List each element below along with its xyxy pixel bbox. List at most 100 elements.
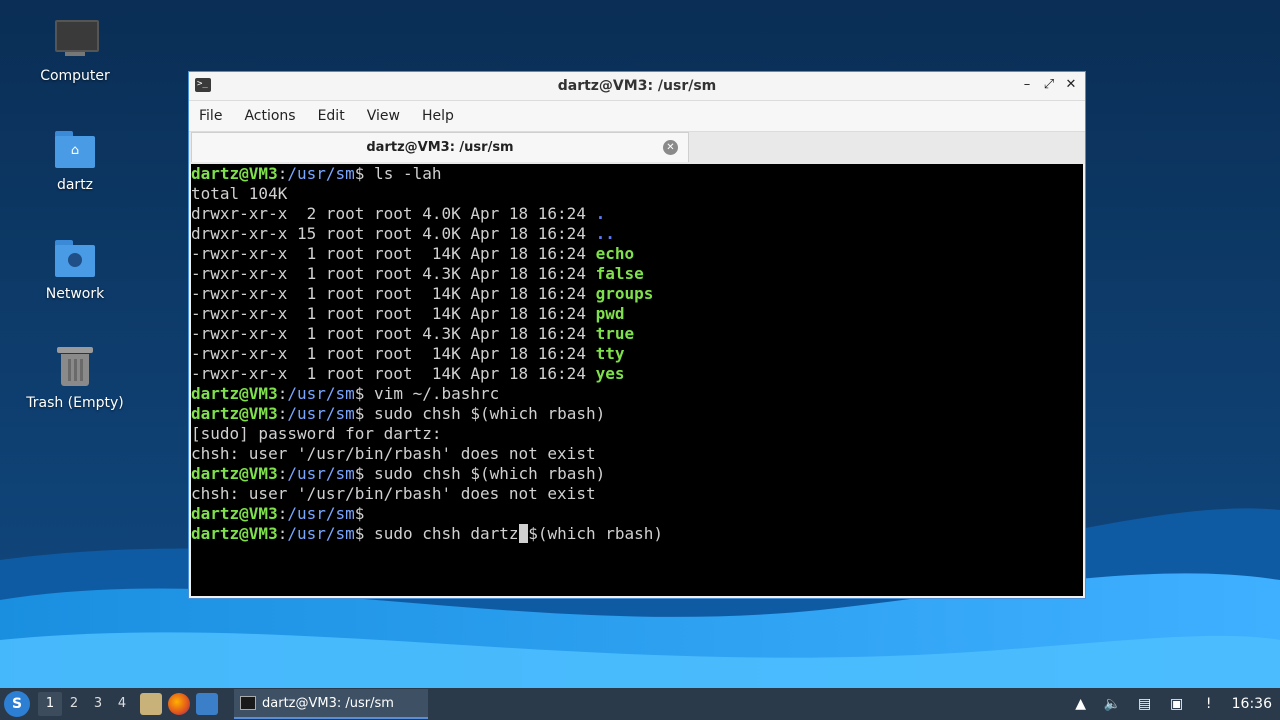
terminal-line: dartz@VM3:/usr/sm$ ls -lah (191, 164, 1083, 184)
prompt-symbol: $ (354, 384, 365, 403)
command-text: vim ~/.bashrc (364, 384, 500, 403)
ls-entry-details: -rwxr-xr-x 1 root root 4.3K Apr 18 16:24 (191, 264, 596, 283)
clipboard-icon[interactable]: ▤ (1136, 695, 1154, 713)
notification-icon[interactable]: ! (1200, 695, 1218, 713)
desktop-icon-label: dartz (56, 177, 94, 193)
tab-close-icon[interactable]: ✕ (663, 140, 678, 155)
output-text: chsh: user '/usr/bin/rbash' does not exi… (191, 444, 596, 463)
tab-label: dartz@VM3: /usr/sm (366, 140, 514, 155)
terminal-line: total 104K (191, 184, 1083, 204)
maximize-button[interactable]: ⤢ (1041, 77, 1057, 93)
ls-entry-details: -rwxr-xr-x 1 root root 4.3K Apr 18 16:24 (191, 324, 596, 343)
file-manager-icon[interactable] (140, 693, 162, 715)
ls-entry-details: -rwxr-xr-x 1 root root 14K Apr 18 16:24 (191, 364, 596, 383)
terminal-window: >_ dartz@VM3: /usr/sm – ⤢ ✕ File Actions… (188, 71, 1086, 599)
ls-entry-details: drwxr-xr-x 15 root root 4.0K Apr 18 16:2… (191, 224, 596, 243)
ls-entry-name: pwd (595, 304, 625, 323)
taskbar-window-label: dartz@VM3: /usr/sm (262, 695, 394, 711)
ls-entry-details: -rwxr-xr-x 1 root root 14K Apr 18 16:24 (191, 244, 596, 263)
command-text: ls -lah (364, 164, 442, 183)
desktop-icon-label: Computer (40, 68, 110, 84)
taskbar-window-button[interactable]: dartz@VM3: /usr/sm (234, 689, 428, 719)
prompt-path: /usr/sm (287, 504, 355, 523)
terminal-line: -rwxr-xr-x 1 root root 14K Apr 18 16:24 … (191, 304, 1083, 324)
prompt-symbol: $ (354, 524, 365, 543)
command-text: $(which rbash) (528, 524, 664, 543)
terminal-line: chsh: user '/usr/bin/rbash' does not exi… (191, 484, 1083, 504)
tab-bar: dartz@VM3: /usr/sm ✕ (189, 131, 1085, 164)
ls-entry-name: true (595, 324, 635, 343)
system-tray: ▲ 🔈 ▤ ▣ ! 16:36 (1072, 695, 1272, 713)
menu-edit[interactable]: Edit (318, 108, 345, 124)
ls-entry-details: -rwxr-xr-x 1 root root 14K Apr 18 16:24 (191, 344, 596, 363)
terminal-line: -rwxr-xr-x 1 root root 14K Apr 18 16:24 … (191, 364, 1083, 384)
terminal-line: dartz@VM3:/usr/sm$ vim ~/.bashrc (191, 384, 1083, 404)
workspace-4[interactable]: 4 (110, 692, 134, 716)
desktop-icon-home[interactable]: ⌂ dartz (10, 127, 140, 193)
window-titlebar[interactable]: >_ dartz@VM3: /usr/sm – ⤢ ✕ (189, 72, 1085, 101)
clock[interactable]: 16:36 (1232, 696, 1272, 712)
computer-icon (53, 18, 99, 62)
prompt-separator: : (277, 404, 288, 423)
workspace-1[interactable]: 1 (38, 692, 62, 716)
prompt-path: /usr/sm (287, 404, 355, 423)
terminal-line: -rwxr-xr-x 1 root root 14K Apr 18 16:24 … (191, 344, 1083, 364)
terminal-line: dartz@VM3:/usr/sm$ sudo chsh dartz $(whi… (191, 524, 1083, 544)
updates-icon[interactable]: ▲ (1072, 695, 1090, 713)
prompt-symbol: $ (354, 464, 365, 483)
output-text: [sudo] password for dartz: (191, 424, 442, 443)
terminal-line: -rwxr-xr-x 1 root root 4.3K Apr 18 16:24… (191, 264, 1083, 284)
show-desktop-icon[interactable] (196, 693, 218, 715)
minimize-button[interactable]: – (1019, 77, 1035, 93)
output-text: total 104K (191, 184, 288, 203)
terminal-line: dartz@VM3:/usr/sm$ (191, 504, 1083, 524)
ls-entry-name: tty (595, 344, 625, 363)
prompt-user-host: dartz@VM3 (191, 524, 278, 543)
text-cursor (518, 524, 529, 543)
prompt-user-host: dartz@VM3 (191, 404, 278, 423)
firefox-icon[interactable] (168, 693, 190, 715)
prompt-separator: : (277, 504, 288, 523)
prompt-symbol: $ (354, 164, 365, 183)
close-button[interactable]: ✕ (1063, 77, 1079, 93)
terminal-line: -rwxr-xr-x 1 root root 14K Apr 18 16:24 … (191, 284, 1083, 304)
terminal-line: [sudo] password for dartz: (191, 424, 1083, 444)
ls-entry-name: yes (595, 364, 625, 383)
desktop-icon-label: Trash (Empty) (26, 395, 124, 411)
taskbar: S 1 2 3 4 dartz@VM3: /usr/sm ▲ 🔈 ▤ ▣ ! 1… (0, 688, 1280, 720)
prompt-separator: : (277, 384, 288, 403)
prompt-path: /usr/sm (287, 164, 355, 183)
desktop-icon-computer[interactable]: Computer (10, 18, 140, 84)
tab-terminal[interactable]: dartz@VM3: /usr/sm ✕ (191, 132, 689, 162)
terminal-line: drwxr-xr-x 15 root root 4.0K Apr 18 16:2… (191, 224, 1083, 244)
start-menu-button[interactable]: S (4, 691, 30, 717)
command-text: sudo chsh $(which rbash) (364, 404, 606, 423)
menu-file[interactable]: File (199, 108, 222, 124)
workspace-3[interactable]: 3 (86, 692, 110, 716)
terminal-output[interactable]: dartz@VM3:/usr/sm$ ls -lah total 104K drwx… (191, 164, 1083, 596)
desktop-icon-trash[interactable]: Trash (Empty) (10, 345, 140, 411)
menu-actions[interactable]: Actions (244, 108, 295, 124)
menu-help[interactable]: Help (422, 108, 454, 124)
terminal-app-icon: >_ (195, 78, 211, 92)
network-folder-icon (53, 236, 97, 280)
prompt-user-host: dartz@VM3 (191, 384, 278, 403)
prompt-user-host: dartz@VM3 (191, 464, 278, 483)
window-title: dartz@VM3: /usr/sm (557, 78, 717, 94)
ls-entry-details: drwxr-xr-x 2 root root 4.0K Apr 18 16:24 (191, 204, 596, 223)
desktop-icon-network[interactable]: Network (10, 236, 140, 302)
menubar: File Actions Edit View Help (189, 101, 1085, 131)
ls-entry-details: -rwxr-xr-x 1 root root 14K Apr 18 16:24 (191, 304, 596, 323)
workspace-2[interactable]: 2 (62, 692, 86, 716)
volume-icon[interactable]: 🔈 (1104, 695, 1122, 713)
ls-entry-name: . (595, 204, 606, 223)
terminal-icon (240, 696, 256, 710)
prompt-separator: : (277, 524, 288, 543)
network-icon[interactable]: ▣ (1168, 695, 1186, 713)
menu-view[interactable]: View (367, 108, 400, 124)
terminal-line: dartz@VM3:/usr/sm$ sudo chsh $(which rba… (191, 464, 1083, 484)
ls-entry-name: false (595, 264, 644, 283)
ls-entry-name: echo (595, 244, 635, 263)
home-folder-icon: ⌂ (53, 127, 97, 171)
prompt-symbol: $ (354, 404, 365, 423)
